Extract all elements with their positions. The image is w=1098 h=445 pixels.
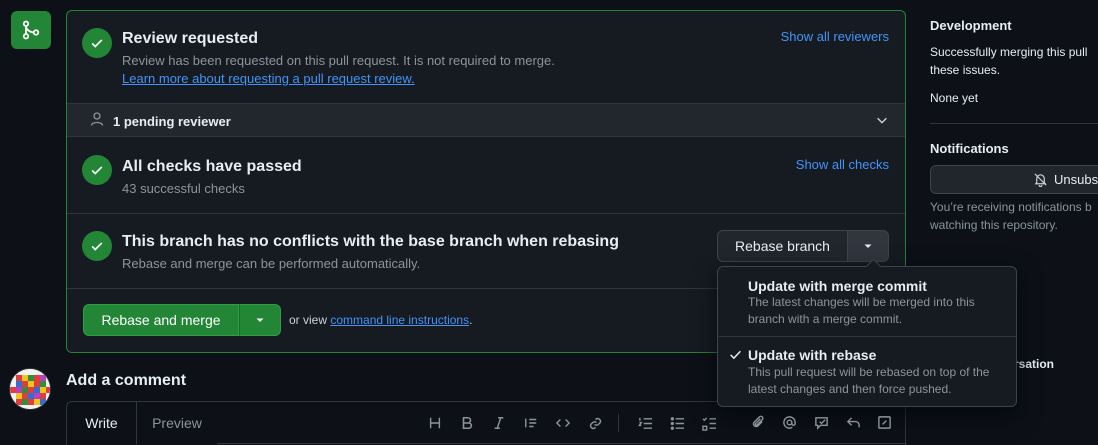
notifications-text-line2: watching this repository. xyxy=(930,218,1058,232)
checks-subtitle: 43 successful checks xyxy=(122,181,245,196)
section-divider xyxy=(67,213,905,214)
fullscreen-icon[interactable] xyxy=(874,412,894,432)
bold-icon[interactable] xyxy=(457,413,477,433)
attach-icon[interactable] xyxy=(748,412,768,432)
lock-conversation-label[interactable]: rsation xyxy=(1014,357,1054,371)
merge-method-dropdown-button[interactable] xyxy=(239,304,281,336)
rebase-and-merge-button[interactable]: Rebase and merge xyxy=(83,304,239,336)
ordered-list-icon[interactable] xyxy=(635,413,655,433)
triangle-down-icon xyxy=(255,312,265,328)
pending-reviewers-row[interactable]: 1 pending reviewer xyxy=(67,103,905,137)
show-all-checks-link[interactable]: Show all checks xyxy=(796,157,889,172)
update-branch-menu: Update with merge commit The latest chan… xyxy=(717,266,1017,407)
triangle-down-icon xyxy=(863,238,873,254)
rebase-branch-button[interactable]: Rebase branch xyxy=(717,230,848,262)
menu-item-title: Update with rebase xyxy=(748,347,877,363)
conflicts-title: This branch has no conflicts with the ba… xyxy=(122,233,619,250)
heading-icon[interactable] xyxy=(425,413,445,433)
menu-item-merge-commit[interactable]: Update with merge commit The latest chan… xyxy=(718,267,1016,337)
checks-title: All checks have passed xyxy=(122,158,302,175)
conflicts-check-icon xyxy=(82,231,112,261)
menu-item-desc-line2: branch with a merge commit. xyxy=(748,312,903,326)
undo-icon[interactable] xyxy=(843,412,863,432)
notifications-text-line1: You’re receiving notifications b xyxy=(930,200,1092,214)
check-icon xyxy=(729,348,742,366)
italic-icon[interactable] xyxy=(489,413,509,433)
toolbar-divider xyxy=(618,414,619,432)
add-comment-heading: Add a comment xyxy=(66,372,187,389)
quote-icon[interactable] xyxy=(521,413,541,433)
reference-icon[interactable] xyxy=(811,412,831,432)
development-none: None yet xyxy=(930,91,979,105)
menu-item-desc-line1: The latest changes will be merged into t… xyxy=(748,295,975,309)
menu-item-title: Update with merge commit xyxy=(748,278,927,294)
menu-item-desc-line2: latest changes and then force pushed. xyxy=(748,382,952,396)
conflicts-subtitle: Rebase and merge can be performed automa… xyxy=(122,256,421,271)
unordered-list-icon[interactable] xyxy=(667,413,687,433)
review-description: Review has been requested on this pull r… xyxy=(122,53,555,68)
development-text-line2: these issues. xyxy=(930,63,1001,77)
or-view-text: or view xyxy=(289,313,328,327)
code-icon[interactable] xyxy=(553,413,573,433)
period-text: . xyxy=(469,313,473,327)
review-title: Review requested xyxy=(122,30,259,47)
link-icon[interactable] xyxy=(585,413,605,433)
review-check-icon xyxy=(82,28,112,58)
show-all-reviewers-link[interactable]: Show all reviewers xyxy=(781,29,889,44)
person-icon xyxy=(90,111,104,132)
editor-tab-divider xyxy=(217,443,907,444)
development-text-line1: Successfully merging this pull xyxy=(930,45,1088,59)
unsubscribe-label: Unsubsc xyxy=(1054,172,1098,187)
learn-more-link[interactable]: Learn more about requesting a pull reque… xyxy=(122,71,415,86)
sidebar-divider xyxy=(930,123,1098,124)
development-heading: Development xyxy=(930,18,1012,33)
notifications-heading: Notifications xyxy=(930,141,1009,156)
unsubscribe-button[interactable]: Unsubsc xyxy=(930,165,1098,194)
pending-reviewer-count: 1 pending reviewer xyxy=(113,114,231,129)
bell-slash-icon xyxy=(1033,172,1048,190)
task-list-icon[interactable] xyxy=(699,413,719,433)
tab-write[interactable]: Write xyxy=(67,402,137,444)
tab-preview[interactable]: Preview xyxy=(137,402,217,444)
merge-status-icon xyxy=(11,11,51,49)
menu-item-rebase[interactable]: Update with rebase This pull request wil… xyxy=(718,337,1016,407)
avatar xyxy=(9,368,51,410)
checks-check-icon xyxy=(82,155,112,185)
chevron-down-icon[interactable] xyxy=(875,113,889,132)
mention-icon[interactable] xyxy=(779,412,799,432)
command-line-instructions-link[interactable]: command line instructions xyxy=(330,313,469,327)
menu-item-desc-line1: This pull request will be rebased on top… xyxy=(748,365,990,379)
update-branch-dropdown-button[interactable] xyxy=(847,230,889,262)
